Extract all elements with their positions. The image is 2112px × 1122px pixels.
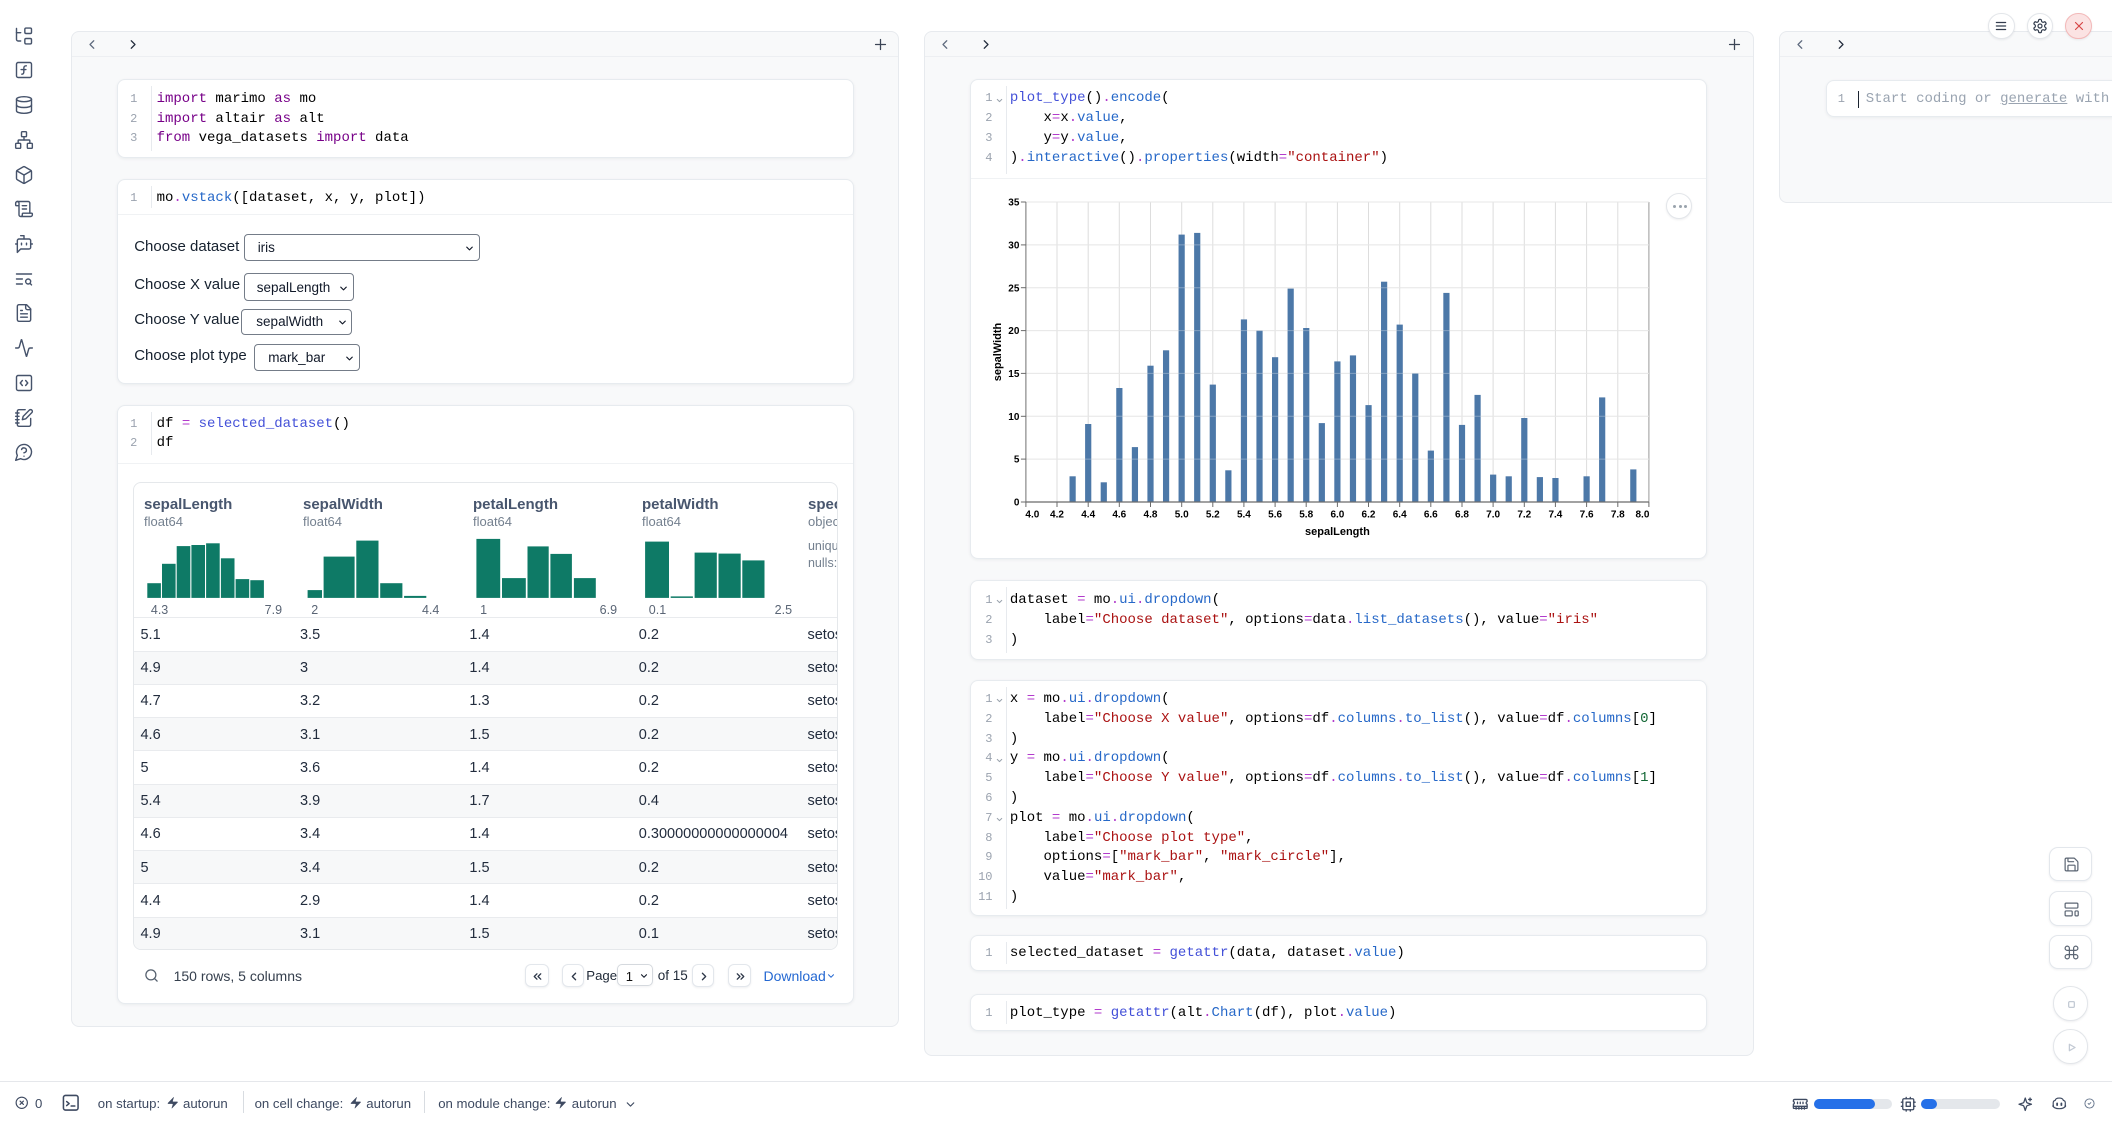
svg-text:4.0: 4.0 bbox=[1025, 510, 1039, 521]
svg-text:0: 0 bbox=[1013, 498, 1019, 509]
svg-text:20: 20 bbox=[1008, 326, 1020, 337]
svg-text:5.8: 5.8 bbox=[1299, 510, 1313, 521]
svg-text:6.8: 6.8 bbox=[1455, 510, 1469, 521]
svg-text:7.8: 7.8 bbox=[1610, 510, 1624, 521]
svg-text:sepalWidth: sepalWidth bbox=[992, 323, 1004, 382]
svg-text:30: 30 bbox=[1008, 241, 1020, 252]
svg-text:35: 35 bbox=[1008, 198, 1020, 209]
svg-text:5.6: 5.6 bbox=[1268, 510, 1282, 521]
svg-text:5.4: 5.4 bbox=[1236, 510, 1250, 521]
svg-text:15: 15 bbox=[1008, 369, 1020, 380]
svg-text:7.6: 7.6 bbox=[1579, 510, 1593, 521]
svg-text:5: 5 bbox=[1013, 455, 1019, 466]
svg-text:7.4: 7.4 bbox=[1548, 510, 1562, 521]
svg-text:6.6: 6.6 bbox=[1423, 510, 1437, 521]
svg-text:5.2: 5.2 bbox=[1205, 510, 1219, 521]
svg-text:5.0: 5.0 bbox=[1174, 510, 1188, 521]
svg-text:4.4: 4.4 bbox=[1081, 510, 1095, 521]
svg-text:7.0: 7.0 bbox=[1486, 510, 1500, 521]
svg-text:10: 10 bbox=[1008, 412, 1020, 423]
svg-text:8.0: 8.0 bbox=[1635, 510, 1649, 521]
svg-text:25: 25 bbox=[1008, 284, 1020, 295]
svg-text:4.2: 4.2 bbox=[1050, 510, 1064, 521]
svg-text:sepalLength: sepalLength bbox=[1305, 526, 1370, 538]
svg-text:7.2: 7.2 bbox=[1517, 510, 1531, 521]
svg-text:4.8: 4.8 bbox=[1143, 510, 1157, 521]
svg-text:6.0: 6.0 bbox=[1330, 510, 1344, 521]
svg-text:6.4: 6.4 bbox=[1392, 510, 1406, 521]
svg-text:6.2: 6.2 bbox=[1361, 510, 1375, 521]
svg-text:4.6: 4.6 bbox=[1112, 510, 1126, 521]
